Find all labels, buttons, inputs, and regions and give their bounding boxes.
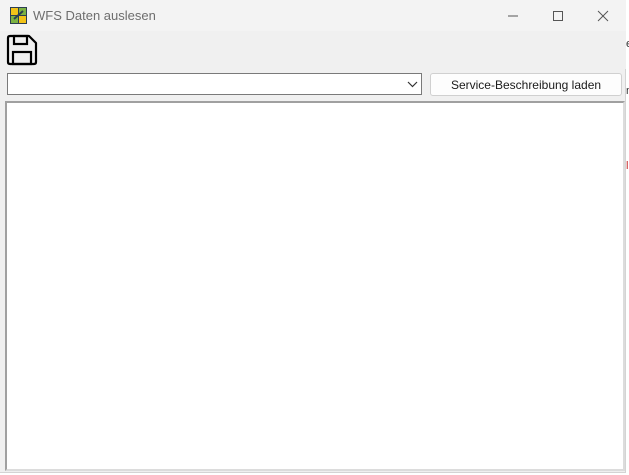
load-service-description-button[interactable]: Service-Beschreibung laden [430, 73, 622, 96]
toolbar [0, 31, 626, 69]
close-button[interactable] [580, 0, 626, 31]
save-button[interactable] [5, 33, 39, 67]
wfs-window: WFS Daten auslesen Service-Beschreibung … [0, 0, 626, 473]
output-text-area[interactable] [5, 101, 625, 471]
chevron-down-icon [407, 81, 418, 88]
minimize-icon [508, 15, 518, 16]
title-bar[interactable]: WFS Daten auslesen [0, 0, 626, 31]
service-url-select[interactable] [7, 73, 422, 95]
maximize-icon [553, 10, 563, 21]
maximize-button[interactable] [535, 0, 581, 31]
minimize-button[interactable] [490, 0, 536, 31]
background-text-fragment: l [626, 160, 629, 172]
window-title: WFS Daten auslesen [33, 8, 156, 23]
close-icon [597, 10, 609, 21]
app-logo-icon [10, 7, 27, 24]
floppy-disk-icon [6, 34, 38, 66]
